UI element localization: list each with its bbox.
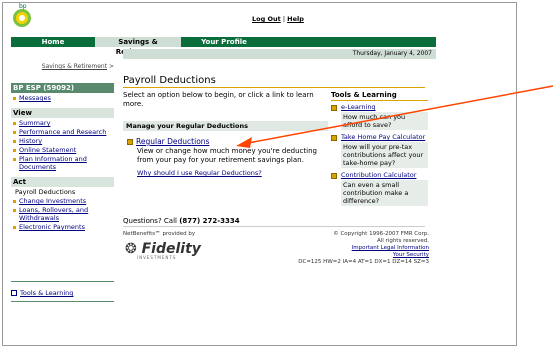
annotation-arrow-icon (236, 85, 554, 148)
